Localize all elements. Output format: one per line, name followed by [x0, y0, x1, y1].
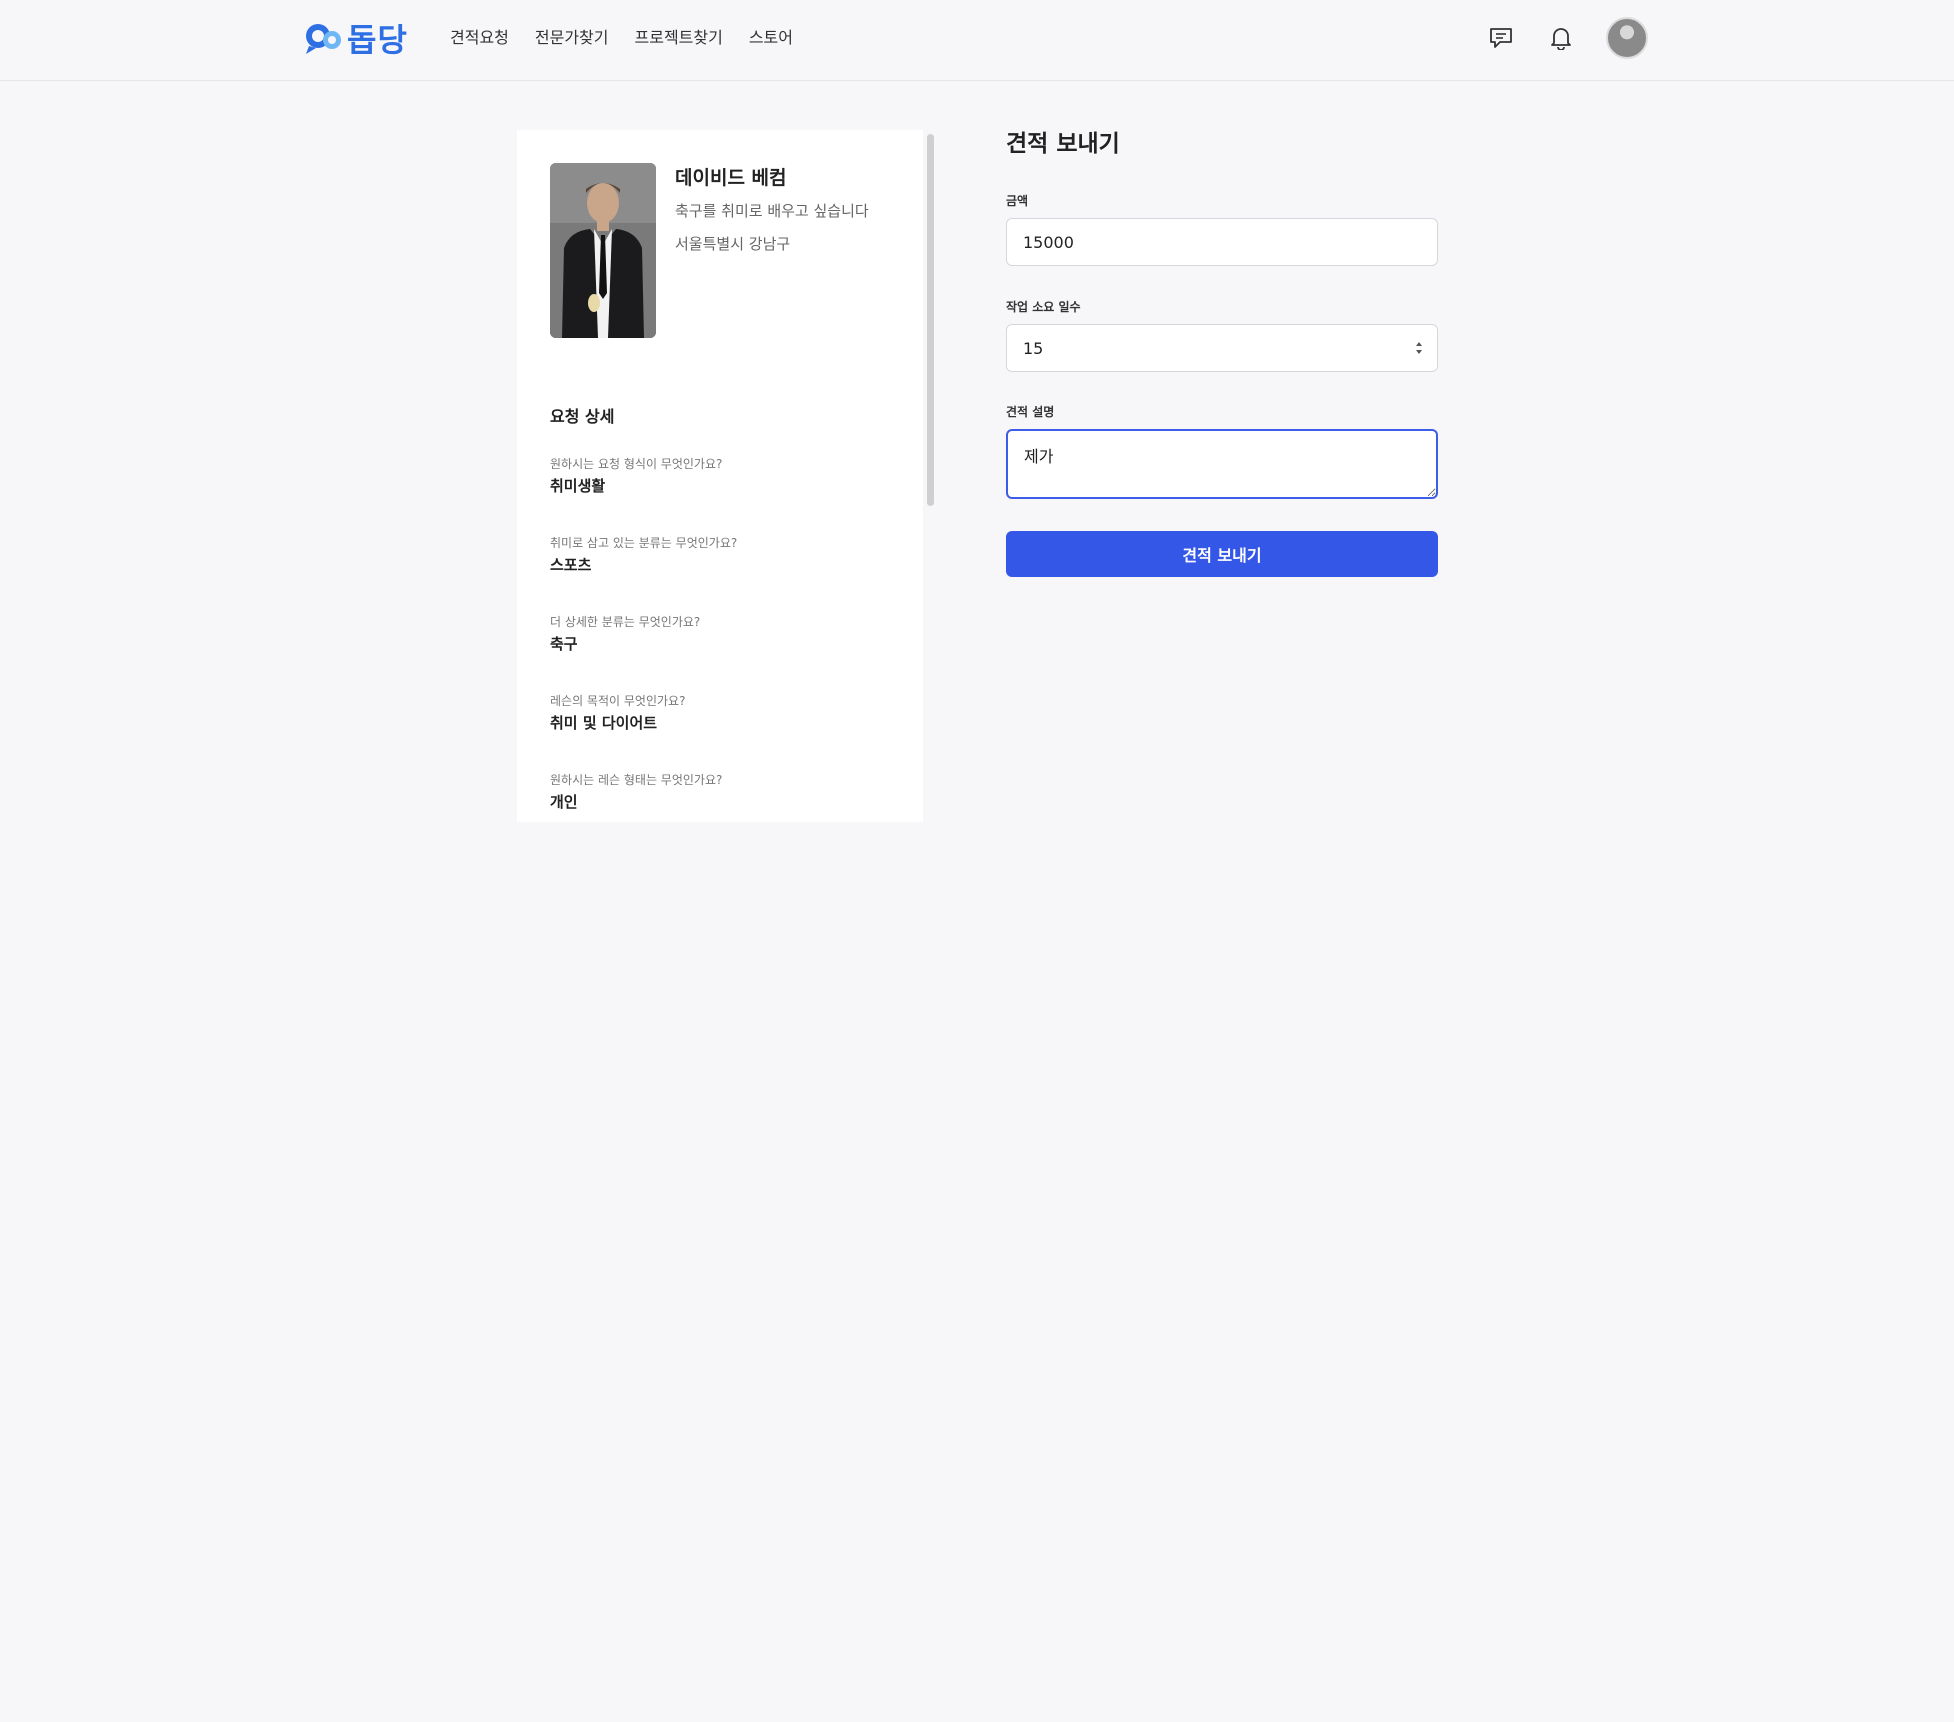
detail-item: 취미로 삼고 있는 분류는 무엇인가요? 스포츠 [550, 535, 737, 575]
detail-question: 원하시는 요청 형식이 무엇인가요? [550, 457, 723, 471]
description-label: 견적 설명 [1006, 405, 1055, 419]
detail-answer: 취미생활 [550, 477, 606, 495]
detail-answer: 개인 [550, 793, 578, 811]
chat-button[interactable] [1486, 23, 1516, 53]
detail-item: 더 상세한 분류는 무엇인가요? 축구 [550, 614, 700, 654]
profile-bio: 축구를 취미로 배우고 싶습니다 [675, 202, 869, 220]
detail-question: 레슨의 목적이 무엇인가요? [550, 694, 686, 708]
send-quote-button[interactable]: 견적 보내기 [1006, 531, 1438, 577]
logo-text: 돕당 [347, 21, 408, 59]
nav-store[interactable]: 스토어 [749, 26, 793, 50]
top-navbar: 돕당 견적요청 전문가찾기 프로젝트찾기 스토어 [0, 0, 1954, 81]
panel-scrollbar[interactable] [927, 134, 934, 506]
detail-item: 레슨의 목적이 무엇인가요? 취미 및 다이어트 [550, 693, 685, 733]
description-textarea[interactable]: 제가 [1006, 429, 1438, 499]
detail-question: 취미로 삼고 있는 분류는 무엇인가요? [550, 536, 738, 550]
logo-icon [306, 24, 341, 54]
amount-input[interactable] [1006, 218, 1438, 266]
request-details-title: 요청 상세 [550, 407, 615, 426]
notification-button[interactable] [1546, 23, 1576, 53]
bell-icon [1551, 28, 1571, 50]
detail-answer: 취미 및 다이어트 [550, 714, 658, 732]
request-panel: 데이비드 베컴 축구를 취미로 배우고 싶습니다 서울특별시 강남구 요청 상세… [517, 130, 923, 822]
main-nav: 견적요청 전문가찾기 프로젝트찾기 스토어 [450, 26, 793, 50]
nav-quote-request[interactable]: 견적요청 [450, 26, 509, 50]
days-field [1006, 324, 1438, 372]
logo[interactable]: 돕당 [303, 18, 408, 59]
person-photo-icon [550, 163, 656, 338]
detail-answer: 스포츠 [550, 556, 592, 574]
amount-label: 금액 [1006, 194, 1029, 208]
days-input[interactable] [1006, 324, 1438, 372]
nav-find-expert[interactable]: 전문가찾기 [535, 26, 609, 50]
detail-item: 원하시는 요청 형식이 무엇인가요? 취미생활 [550, 456, 722, 496]
quote-form: 견적 보내기 금액 작업 소요 일수 견적 설명 제가 견적 보내기 [1006, 128, 1438, 577]
form-title: 견적 보내기 [1006, 131, 1120, 157]
profile-name: 데이비드 베컴 [675, 167, 787, 189]
number-stepper-icon[interactable] [1414, 338, 1424, 358]
header-actions [1486, 17, 1648, 59]
profile-location: 서울특별시 강남구 [675, 235, 791, 253]
profile-photo [550, 163, 656, 338]
detail-item: 원하시는 레슨 형태는 무엇인가요? 개인 [550, 772, 722, 812]
detail-answer: 축구 [550, 635, 578, 653]
chat-icon [1490, 28, 1512, 48]
detail-question: 더 상세한 분류는 무엇인가요? [550, 615, 701, 629]
detail-question: 원하시는 레슨 형태는 무엇인가요? [550, 773, 723, 787]
avatar[interactable] [1606, 17, 1648, 59]
days-label: 작업 소요 일수 [1006, 300, 1081, 314]
nav-find-project[interactable]: 프로젝트찾기 [635, 26, 723, 50]
